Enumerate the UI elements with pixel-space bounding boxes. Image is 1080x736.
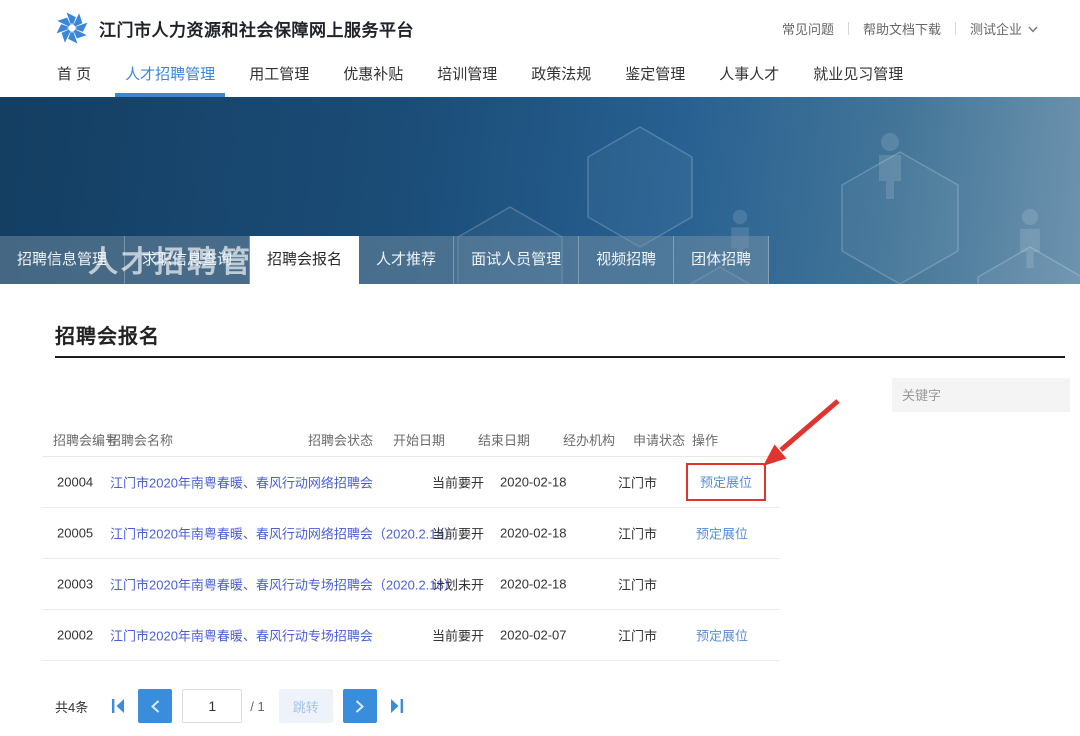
- tab-recruit-info[interactable]: 招聘信息管理: [0, 236, 125, 284]
- row-rule: [42, 660, 780, 661]
- hero-banner: 人才招聘管理 招聘信息管理 求职信息查询 招聘会报名 人才推荐 面试人员管理 视…: [0, 97, 1080, 284]
- col-operation: 操作: [692, 430, 718, 449]
- total-count-label: 共4条: [55, 697, 88, 716]
- col-apply-status: 申请状态: [633, 430, 685, 449]
- jump-button[interactable]: 跳转: [279, 689, 333, 723]
- cell-agency: 江门市: [618, 625, 657, 644]
- recruitment-platform-page: 江门市人力资源和社会保障网上服务平台 常见问题 帮助文档下载 测试企业 首 页 …: [0, 0, 1080, 736]
- search-box: [892, 378, 1070, 412]
- tab-jobseeker-query[interactable]: 求职信息查询: [125, 236, 250, 284]
- nav-item-talent-recruitment[interactable]: 人才招聘管理: [123, 56, 217, 97]
- reserve-booth-link[interactable]: 预定展位: [696, 625, 748, 644]
- col-jobfair-name: 招聘会名称: [108, 430, 173, 449]
- first-page-icon[interactable]: [108, 689, 128, 723]
- table-row: 20003 江门市2020年南粤春暖、春风行动专场招聘会（2020.2.18） …: [0, 558, 1080, 609]
- jobfair-name-link[interactable]: 江门市2020年南粤春暖、春风行动专场招聘会: [110, 625, 373, 644]
- highlight-red-box: 预定展位: [686, 463, 766, 501]
- top-header: 江门市人力资源和社会保障网上服务平台 常见问题 帮助文档下载 测试企业: [0, 0, 1080, 56]
- chevron-down-icon: [1022, 21, 1038, 36]
- nav-item-internship[interactable]: 就业见习管理: [811, 56, 905, 97]
- jobfair-name-link[interactable]: 江门市2020年南粤春暖、春风行动专场招聘会（2020.2.18）: [110, 574, 457, 593]
- help-doc-link[interactable]: 帮助文档下载: [863, 19, 941, 38]
- col-agency: 经办机构: [563, 430, 615, 449]
- pagination: 共4条 / 1 跳转: [55, 688, 407, 724]
- faq-link[interactable]: 常见问题: [782, 19, 834, 38]
- cell-agency: 江门市: [618, 472, 657, 491]
- title-rule: [55, 356, 1065, 358]
- cell-agency: 江门市: [618, 574, 657, 593]
- utility-links: 常见问题 帮助文档下载 测试企业: [782, 0, 1038, 56]
- user-menu-label: 测试企业: [970, 19, 1022, 38]
- prev-page-button[interactable]: [138, 689, 172, 723]
- tab-jobfair-signup[interactable]: 招聘会报名: [250, 236, 359, 284]
- table-row: 20005 江门市2020年南粤春暖、春风行动网络招聘会（2020.2.18） …: [0, 507, 1080, 558]
- jobfair-name-link[interactable]: 江门市2020年南粤春暖、春风行动网络招聘会（2020.2.18）: [110, 523, 457, 542]
- brand: 江门市人力资源和社会保障网上服务平台: [55, 11, 414, 45]
- cell-status: 当前要开: [432, 625, 484, 644]
- cell-status: 当前要开: [432, 472, 484, 491]
- cell-jobfair-id: 20003: [57, 576, 93, 591]
- reserve-booth-link[interactable]: 预定展位: [696, 523, 748, 542]
- page-title: 招聘会报名: [55, 320, 160, 349]
- nav-item-home[interactable]: 首 页: [55, 56, 93, 97]
- nav-item-appraisal[interactable]: 鉴定管理: [623, 56, 687, 97]
- cell-status: 计划未开: [432, 574, 484, 593]
- cell-agency: 江门市: [618, 523, 657, 542]
- table-row: 20004 江门市2020年南粤春暖、春风行动网络招聘会 当前要开 2020-0…: [0, 456, 1080, 507]
- nav-item-hr[interactable]: 人事人才: [717, 56, 781, 97]
- tab-video-recruit[interactable]: 视频招聘: [579, 236, 674, 284]
- tab-talent-recommend[interactable]: 人才推荐: [359, 236, 454, 284]
- site-title: 江门市人力资源和社会保障网上服务平台: [99, 16, 414, 41]
- tab-bar: 招聘信息管理 求职信息查询 招聘会报名 人才推荐 面试人员管理 视频招聘 团体招…: [0, 236, 769, 284]
- nav-item-employment[interactable]: 用工管理: [247, 56, 311, 97]
- next-page-button[interactable]: [343, 689, 377, 723]
- page-number-input[interactable]: [182, 689, 242, 723]
- cell-jobfair-id: 20002: [57, 627, 93, 642]
- nav-item-training[interactable]: 培训管理: [435, 56, 499, 97]
- cell-date: 2020-02-07: [500, 627, 567, 642]
- jobfair-name-link[interactable]: 江门市2020年南粤春暖、春风行动网络招聘会: [110, 472, 373, 491]
- col-end-date: 结束日期: [478, 430, 530, 449]
- nav-item-subsidy[interactable]: 优惠补贴: [341, 56, 405, 97]
- user-menu[interactable]: 测试企业: [970, 19, 1038, 38]
- cell-jobfair-id: 20005: [57, 525, 93, 540]
- reserve-booth-link[interactable]: 预定展位: [700, 472, 752, 491]
- page-count-label: / 1: [250, 699, 264, 714]
- tab-group-recruit[interactable]: 团体招聘: [674, 236, 769, 284]
- last-page-icon[interactable]: [387, 689, 407, 723]
- table-header: 招聘会编号 招聘会名称 招聘会状态 开始日期 结束日期 经办机构 申请状态 操作: [0, 430, 1080, 456]
- main-nav: 首 页 人才招聘管理 用工管理 优惠补贴 培训管理 政策法规 鉴定管理 人事人才…: [0, 56, 1080, 97]
- col-jobfair-status: 招聘会状态: [308, 430, 373, 449]
- cell-date: 2020-02-18: [500, 525, 567, 540]
- col-start-date: 开始日期: [393, 430, 445, 449]
- tab-interviewee-mgmt[interactable]: 面试人员管理: [454, 236, 579, 284]
- table-row: 20002 江门市2020年南粤春暖、春风行动专场招聘会 当前要开 2020-0…: [0, 609, 1080, 660]
- nav-item-policy[interactable]: 政策法规: [529, 56, 593, 97]
- pinwheel-logo-icon: [55, 11, 89, 45]
- cell-status: 当前要开: [432, 523, 484, 542]
- cell-jobfair-id: 20004: [57, 474, 93, 489]
- divider: [848, 22, 849, 35]
- divider: [955, 22, 956, 35]
- search-input[interactable]: [892, 388, 1080, 403]
- cell-date: 2020-02-18: [500, 474, 567, 489]
- cell-date: 2020-02-18: [500, 576, 567, 591]
